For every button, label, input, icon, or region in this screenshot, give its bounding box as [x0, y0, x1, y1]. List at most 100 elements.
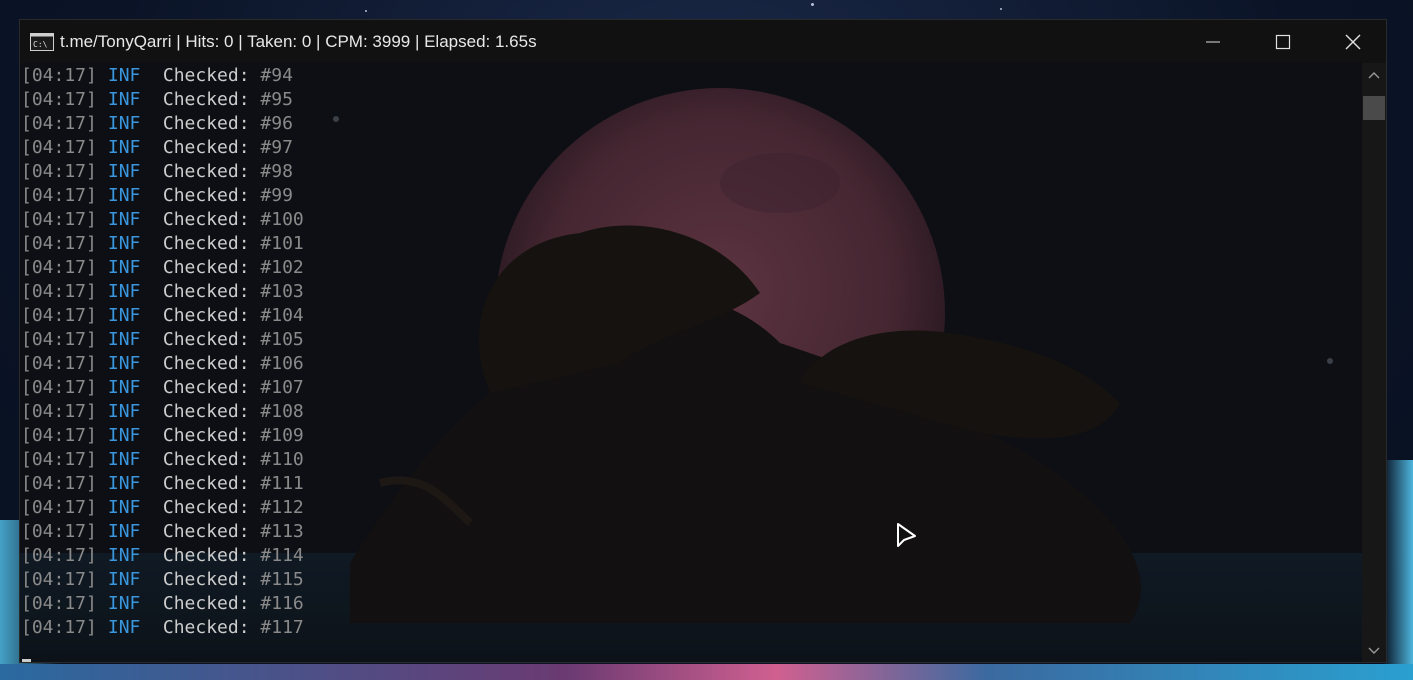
log-label: Checked:	[162, 329, 250, 350]
console-window[interactable]: C:\ t.me/TonyQarri | Hits: 0 | Taken: 0 …	[19, 19, 1387, 663]
log-line: [04:17] INF Checked: #108	[21, 400, 304, 424]
log-level: INF	[107, 569, 141, 590]
log-timestamp: [04:17]	[21, 329, 97, 350]
vertical-scrollbar[interactable]	[1362, 63, 1386, 662]
scrollbar-thumb[interactable]	[1363, 96, 1385, 120]
log-label: Checked:	[162, 497, 250, 518]
log-label: Checked:	[162, 473, 250, 494]
log-timestamp: [04:17]	[21, 497, 97, 518]
console-output[interactable]: [04:17] INF Checked: #94 [04:17] INF Checked:…	[20, 63, 1362, 662]
log-line: [04:17] INF Checked: #99	[21, 184, 304, 208]
log-label: Checked:	[162, 137, 250, 158]
close-button[interactable]	[1318, 20, 1386, 63]
log-label: Checked:	[162, 113, 250, 134]
log-value: #111	[260, 473, 304, 494]
log-timestamp: [04:17]	[21, 113, 97, 134]
log-level: INF	[107, 545, 141, 566]
chevron-up-icon	[1368, 72, 1380, 79]
log-timestamp: [04:17]	[21, 377, 97, 398]
log-timestamp: [04:17]	[21, 401, 97, 422]
log-label: Checked:	[162, 521, 250, 542]
scroll-up-button[interactable]	[1362, 63, 1386, 87]
log-timestamp: [04:17]	[21, 89, 97, 110]
log-timestamp: [04:17]	[21, 281, 97, 302]
log-line: [04:17] INF Checked: #111	[21, 472, 304, 496]
log-timestamp: [04:17]	[21, 569, 97, 590]
log-line: [04:17] INF Checked: #96	[21, 112, 304, 136]
star	[811, 3, 814, 6]
log-level: INF	[107, 593, 141, 614]
log-line: [04:17] INF Checked: #113	[21, 520, 304, 544]
log-label: Checked:	[162, 209, 250, 230]
log-line: [04:17] INF Checked: #95	[21, 88, 304, 112]
log-line: [04:17] INF Checked: #117	[21, 616, 304, 640]
minimize-button[interactable]	[1178, 20, 1248, 63]
log-level: INF	[107, 401, 141, 422]
title-bar[interactable]: C:\ t.me/TonyQarri | Hits: 0 | Taken: 0 …	[20, 20, 1386, 63]
log-label: Checked:	[162, 353, 250, 374]
log-label: Checked:	[162, 449, 250, 470]
log-value: #103	[260, 281, 304, 302]
log-level: INF	[107, 233, 141, 254]
chevron-down-icon	[1368, 647, 1380, 654]
log-value: #116	[260, 593, 304, 614]
log-timestamp: [04:17]	[21, 233, 97, 254]
log-timestamp: [04:17]	[21, 425, 97, 446]
maximize-icon	[1275, 34, 1291, 49]
console-app-icon: C:\	[30, 32, 54, 51]
log-value: #94	[260, 65, 293, 86]
log-value: #114	[260, 545, 304, 566]
log-line: [04:17] INF Checked: #115	[21, 568, 304, 592]
log-line: [04:17] INF Checked: #103	[21, 280, 304, 304]
log-timestamp: [04:17]	[21, 521, 97, 542]
log-line: [04:17] INF Checked: #107	[21, 376, 304, 400]
log-timestamp: [04:17]	[21, 593, 97, 614]
log-timestamp: [04:17]	[21, 257, 97, 278]
log-timestamp: [04:17]	[21, 161, 97, 182]
log-level: INF	[107, 449, 141, 470]
log-line: [04:17] INF Checked: #101	[21, 232, 304, 256]
star	[1000, 8, 1002, 10]
log-level: INF	[107, 161, 141, 182]
log-line: [04:17] INF Checked: #100	[21, 208, 304, 232]
log-level: INF	[107, 329, 141, 350]
log-line: [04:17] INF Checked: #110	[21, 448, 304, 472]
log-timestamp: [04:17]	[21, 353, 97, 374]
log-value: #105	[260, 329, 304, 350]
log-level: INF	[107, 209, 141, 230]
log-value: #113	[260, 521, 304, 542]
close-icon	[1345, 34, 1361, 49]
log-level: INF	[107, 521, 141, 542]
maximize-button[interactable]	[1248, 20, 1318, 63]
mouse-pointer-icon	[897, 523, 916, 547]
log-level: INF	[107, 281, 141, 302]
log-line: [04:17] INF Checked: #97	[21, 136, 304, 160]
log-label: Checked:	[162, 281, 250, 302]
log-label: Checked:	[162, 185, 250, 206]
log-lines: [04:17] INF Checked: #94 [04:17] INF Checked:…	[21, 64, 304, 640]
log-value: #104	[260, 305, 304, 326]
log-line: [04:17] INF Checked: #104	[21, 304, 304, 328]
log-timestamp: [04:17]	[21, 449, 97, 470]
log-timestamp: [04:17]	[21, 137, 97, 158]
log-value: #101	[260, 233, 304, 254]
log-value: #102	[260, 257, 304, 278]
log-value: #112	[260, 497, 304, 518]
log-label: Checked:	[162, 161, 250, 182]
minimize-icon	[1206, 41, 1220, 42]
log-label: Checked:	[162, 305, 250, 326]
log-label: Checked:	[162, 233, 250, 254]
log-timestamp: [04:17]	[21, 473, 97, 494]
log-level: INF	[107, 65, 141, 86]
log-label: Checked:	[162, 569, 250, 590]
log-value: #107	[260, 377, 304, 398]
scroll-down-button[interactable]	[1362, 639, 1386, 662]
log-timestamp: [04:17]	[21, 185, 97, 206]
log-label: Checked:	[162, 401, 250, 422]
log-value: #100	[260, 209, 304, 230]
log-value: #108	[260, 401, 304, 422]
log-level: INF	[107, 353, 141, 374]
log-value: #95	[260, 89, 293, 110]
desktop-water-reflection	[0, 664, 1413, 680]
log-timestamp: [04:17]	[21, 65, 97, 86]
